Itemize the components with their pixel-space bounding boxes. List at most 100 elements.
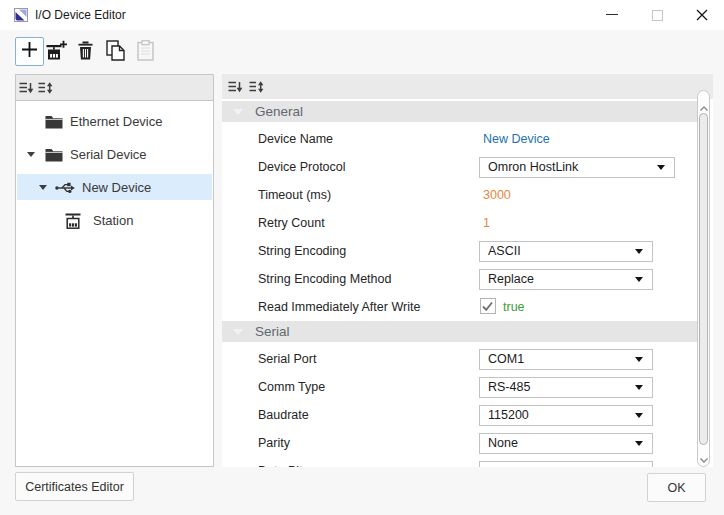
scroll-up-icon[interactable]: [698, 99, 710, 117]
read-immediately-after-write-checkbox[interactable]: [480, 298, 496, 314]
property-label: Parity: [258, 429, 290, 457]
section-collapse-icon: [233, 329, 243, 335]
section-title: Serial: [255, 321, 290, 342]
paste-button[interactable]: [133, 40, 157, 64]
tree-item-station[interactable]: Station: [16, 204, 213, 237]
collapse-all-icon[interactable]: [19, 81, 34, 99]
minimize-button[interactable]: [597, 0, 627, 30]
copy-icon: [106, 40, 125, 65]
copy-button[interactable]: [103, 40, 127, 64]
section-header-serial[interactable]: Serial: [222, 321, 697, 342]
checkbox-value-label: true: [503, 293, 525, 321]
property-row-read-immediately-after-write: Read Immediately After Write true: [222, 293, 697, 321]
timeout-ms-value[interactable]: 3000: [483, 181, 511, 209]
parity-dropdown[interactable]: None: [479, 433, 653, 454]
section-title: General: [255, 101, 303, 122]
add-station-button[interactable]: [45, 40, 69, 64]
certificates-editor-button[interactable]: Certificates Editor: [15, 472, 134, 501]
folder-icon: [45, 138, 63, 171]
dropdown-value: ASCII: [488, 242, 521, 261]
property-row-device-name: Device NameNew Device: [222, 125, 697, 153]
delete-button[interactable]: [73, 40, 97, 64]
expander-arrow-icon[interactable]: [27, 152, 35, 157]
property-label: Baudrate: [258, 401, 309, 429]
property-row-baudrate: Baudrate 115200: [222, 401, 697, 429]
property-row-string-encoding-method: String Encoding Method Replace: [222, 265, 697, 293]
chevron-down-icon: [635, 441, 643, 446]
baudrate-dropdown[interactable]: 115200: [479, 405, 653, 426]
serial-port-dropdown[interactable]: COM1: [479, 349, 653, 370]
property-label: String Encoding Method: [258, 265, 391, 293]
property-label: Retry Count: [258, 209, 325, 237]
maximize-button[interactable]: [642, 0, 672, 30]
tree-item-label: Serial Device: [70, 138, 147, 171]
property-row-parity: Parity None: [222, 429, 697, 457]
usb-icon: [55, 171, 75, 204]
scroll-down-icon[interactable]: [698, 451, 710, 469]
chevron-down-icon: [635, 249, 643, 254]
scrollbar-thumb[interactable]: [699, 113, 708, 445]
device-tree-panel: Ethernet DeviceSerial DeviceNew DeviceSt…: [15, 74, 214, 467]
app-icon: [14, 8, 28, 22]
data-bits-dropdown[interactable]: [479, 461, 653, 467]
property-label: Comm Type: [258, 373, 325, 401]
device-protocol-dropdown[interactable]: Omron HostLink: [479, 157, 675, 178]
chevron-down-icon: [657, 165, 665, 170]
property-row-retry-count: Retry Count 1: [222, 209, 697, 237]
chevron-down-icon: [635, 357, 643, 362]
property-row-string-encoding: String Encoding ASCII: [222, 237, 697, 265]
tree-item-label: Station: [93, 204, 133, 237]
station-icon: [65, 204, 81, 237]
close-button[interactable]: [687, 0, 717, 30]
title-bar: I/O Device Editor: [0, 0, 724, 30]
device-name-value[interactable]: New Device: [483, 125, 550, 153]
tree-item-ethernet-device[interactable]: Ethernet Device: [16, 105, 213, 138]
device-tree: Ethernet DeviceSerial DeviceNew DeviceSt…: [16, 105, 213, 466]
trash-icon: [77, 41, 94, 64]
paste-icon: [137, 40, 154, 65]
property-label: Timeout (ms): [258, 181, 331, 209]
chevron-down-icon: [635, 385, 643, 390]
property-label: Data Bits: [258, 457, 309, 467]
dropdown-value: RS-485: [488, 378, 530, 397]
property-label: Device Protocol: [258, 153, 346, 181]
window-title: I/O Device Editor: [35, 0, 126, 30]
property-row-device-protocol: Device Protocol Omron HostLink: [222, 153, 697, 181]
dropdown-value: Replace: [488, 270, 534, 289]
property-label: Serial Port: [258, 345, 316, 373]
property-label: Read Immediately After Write: [258, 293, 420, 321]
retry-count-value[interactable]: 1: [483, 209, 490, 237]
tree-item-label: Ethernet Device: [70, 105, 163, 138]
chevron-down-icon: [635, 413, 643, 418]
properties-panel-header: [222, 74, 713, 99]
collapse-all-icon[interactable]: [228, 80, 243, 98]
tree-item-serial-device[interactable]: Serial Device: [16, 138, 213, 171]
dropdown-value: Omron HostLink: [488, 158, 578, 177]
string-encoding-method-dropdown[interactable]: Replace: [479, 269, 653, 290]
add-station-icon: [46, 40, 68, 65]
property-row-timeout-ms: Timeout (ms) 3000: [222, 181, 697, 209]
property-row-serial-port: Serial Port COM1: [222, 345, 697, 373]
comm-type-dropdown[interactable]: RS-485: [479, 377, 653, 398]
folder-icon: [45, 105, 63, 138]
dropdown-value: None: [488, 434, 518, 453]
string-encoding-dropdown[interactable]: ASCII: [479, 241, 653, 262]
plus-icon: [21, 41, 38, 62]
section-collapse-icon: [233, 109, 243, 115]
expand-all-icon[interactable]: [38, 81, 53, 99]
expand-all-icon[interactable]: [249, 80, 264, 98]
properties-panel: General Device NameNew DeviceDevice Proto…: [222, 74, 713, 467]
add-device-button[interactable]: [15, 37, 44, 66]
property-label: String Encoding: [258, 237, 346, 265]
ok-button[interactable]: OK: [647, 473, 706, 502]
tree-item-label: New Device: [82, 171, 151, 204]
properties-content: General Device NameNew DeviceDevice Proto…: [222, 99, 697, 467]
section-header-general[interactable]: General: [222, 101, 697, 122]
tree-panel-header: [16, 75, 213, 101]
vertical-scrollbar: [697, 74, 713, 467]
dropdown-value: 115200: [488, 406, 529, 425]
tree-item-new-device[interactable]: New Device: [16, 171, 213, 204]
dropdown-value: COM1: [488, 350, 524, 369]
expander-arrow-icon[interactable]: [39, 185, 47, 190]
property-row-comm-type: Comm Type RS-485: [222, 373, 697, 401]
